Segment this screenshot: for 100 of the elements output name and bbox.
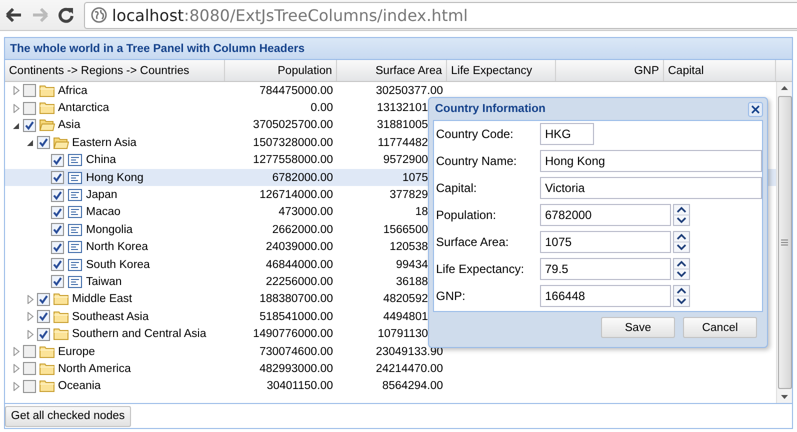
checkbox[interactable] — [51, 171, 64, 184]
expand-icon[interactable] — [12, 347, 20, 356]
cancel-button[interactable]: Cancel — [683, 317, 757, 338]
expand-icon[interactable] — [26, 312, 34, 322]
checkbox[interactable] — [51, 258, 64, 272]
expand-icon[interactable] — [12, 104, 20, 113]
checkbox[interactable] — [23, 380, 36, 393]
expand-icon[interactable] — [26, 294, 34, 304]
expand-icon[interactable] — [26, 330, 34, 339]
expand-icon[interactable] — [12, 86, 20, 96]
node-label: North Korea — [86, 241, 148, 254]
node-label: South Korea — [86, 258, 150, 271]
checkbox[interactable] — [37, 310, 50, 324]
field-label: Country Name: — [436, 154, 518, 168]
close-icon[interactable] — [748, 102, 763, 116]
checkbox[interactable] — [37, 136, 50, 150]
column-header[interactable]: Capital — [664, 60, 776, 81]
folder-icon — [53, 292, 69, 306]
spinner-button[interactable] — [673, 204, 690, 226]
spinner-button[interactable] — [673, 231, 690, 253]
checkbox[interactable] — [51, 223, 64, 236]
checkbox[interactable] — [51, 154, 64, 167]
checkbox[interactable] — [51, 275, 64, 288]
spinner-button[interactable] — [673, 285, 690, 307]
scrollbar-thumb[interactable] — [778, 96, 792, 389]
document-icon — [67, 205, 83, 220]
checkbox[interactable] — [51, 206, 64, 219]
input-field[interactable]: Hong Kong — [540, 150, 762, 172]
tree-cell[interactable]: Europe — [5, 342, 225, 360]
node-label: Southern and Central Asia — [72, 328, 206, 340]
checkbox[interactable] — [51, 240, 64, 254]
tree-cell[interactable]: Middle East — [5, 290, 225, 308]
checkbox[interactable] — [23, 362, 36, 376]
spinner-button[interactable] — [673, 258, 690, 280]
folder-icon — [39, 379, 55, 394]
column-header[interactable]: Surface Area — [337, 60, 447, 81]
back-icon[interactable] — [6, 8, 22, 22]
input-field[interactable]: 6782000 — [540, 204, 671, 226]
tree-cell[interactable]: Oceania — [5, 378, 225, 396]
checkbox[interactable] — [37, 328, 50, 341]
table-cell-text: 13132101 — [376, 102, 428, 114]
column-header[interactable]: Population — [225, 60, 337, 81]
node-label: China — [86, 154, 116, 166]
dialog-title: Country Information — [434, 103, 546, 115]
input-field[interactable]: 79.5 — [540, 258, 671, 280]
table-cell-text: 730074600.00 — [258, 346, 334, 358]
checkbox[interactable] — [23, 345, 36, 358]
tree-cell[interactable]: China — [5, 152, 225, 169]
column-header[interactable]: GNP — [556, 60, 664, 81]
node-label: Southeast Asia — [72, 310, 149, 323]
table-cell-text: 24214470.00 — [374, 362, 444, 375]
input-field[interactable]: 1075 — [540, 231, 671, 253]
tree-cell[interactable]: Africa — [5, 82, 225, 100]
field-label: Life Expectancy: — [436, 262, 526, 276]
document-icon — [67, 240, 83, 254]
tree-cell[interactable]: Eastern Asia — [5, 134, 225, 152]
column-header[interactable]: Continents -> Regions -> Countries — [5, 60, 225, 81]
table-cell-text: 30401150.00 — [266, 380, 334, 392]
table-cell-text: 377829 — [388, 189, 428, 202]
tree-cell[interactable]: Mongolia — [5, 221, 225, 239]
panel-title: The whole world in a Tree Panel with Column Headers — [10, 42, 305, 54]
table-cell-text: 99434 — [395, 258, 428, 271]
field-label: Capital: — [436, 181, 478, 195]
node-label: Europe — [58, 346, 96, 358]
input-field[interactable]: 166448 — [540, 285, 671, 307]
checkbox[interactable] — [23, 102, 36, 115]
tree-cell[interactable]: Asia — [5, 116, 225, 134]
table-cell-text: 9572900 — [382, 154, 428, 166]
input-field[interactable]: HKG — [540, 123, 594, 145]
column-header[interactable]: Life Expectancy — [447, 60, 556, 81]
address-bar[interactable]: localhost:8080/ExtJsTreeColumns/index.html — [84, 2, 797, 28]
tree-cell[interactable]: Taiwan — [5, 273, 225, 291]
reload-icon[interactable] — [58, 7, 74, 23]
expand-icon[interactable] — [12, 382, 20, 391]
tree-cell[interactable]: Antarctica — [5, 99, 225, 117]
tree-cell[interactable]: South Korea — [5, 256, 225, 274]
globe-icon — [91, 7, 107, 23]
tree-cell[interactable]: Japan — [5, 186, 225, 204]
collapse-icon[interactable] — [12, 120, 20, 130]
node-label: Mongolia — [86, 224, 133, 236]
tree-cell[interactable]: Hong Kong — [5, 168, 225, 186]
tree-cell[interactable]: North Korea — [5, 238, 225, 256]
tree-cell[interactable]: Southern and Central Asia — [5, 325, 225, 343]
checkbox[interactable] — [23, 84, 36, 98]
get-checked-nodes-button[interactable]: Get all checked nodes — [5, 406, 131, 426]
tree-cell[interactable]: North America — [5, 360, 225, 378]
checkbox[interactable] — [51, 188, 64, 202]
checkbox[interactable] — [37, 292, 50, 306]
save-button[interactable]: Save — [601, 317, 675, 338]
collapse-icon[interactable] — [26, 138, 34, 148]
tree-cell[interactable]: Southeast Asia — [5, 308, 225, 326]
node-label: North America — [58, 362, 131, 375]
input-field[interactable]: Victoria — [540, 177, 762, 199]
table-cell-text: 23049133.90 — [374, 346, 444, 358]
checkbox[interactable] — [23, 118, 36, 132]
table-cell-text: 4494801 — [382, 310, 428, 323]
expand-icon[interactable] — [12, 364, 20, 374]
table-cell-text: 11774482 — [376, 136, 428, 149]
table-cell-text: 518541000.00 — [258, 310, 334, 323]
tree-cell[interactable]: Macao — [5, 204, 225, 222]
